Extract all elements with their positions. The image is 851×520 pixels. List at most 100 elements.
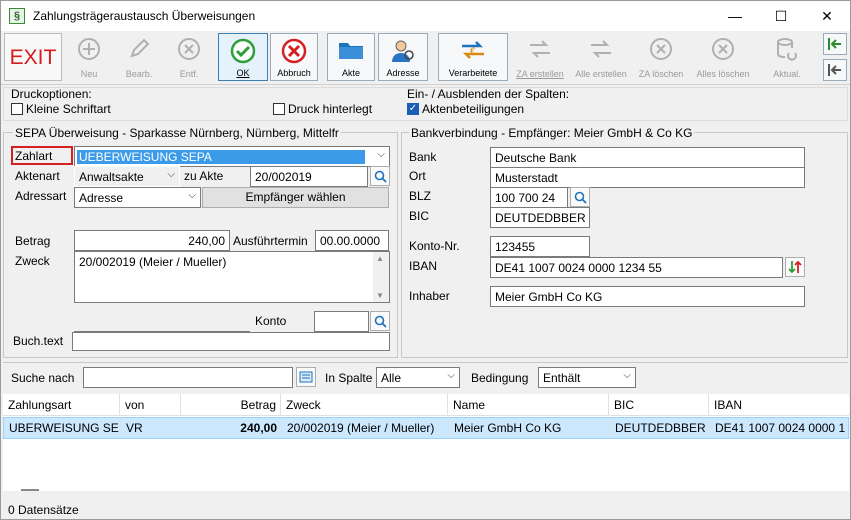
zu-akte-field[interactable]: 20/002019 <box>250 166 368 187</box>
aktenart-select[interactable]: Anwaltsakte ⌵ <box>74 166 180 187</box>
kleine-schrift-checkbox[interactable] <box>11 103 23 115</box>
inhaber-field[interactable]: Meier GmbH Co KG <box>490 286 805 307</box>
exchange-icon <box>591 40 611 58</box>
zahlart-label: Zahlart <box>15 149 53 163</box>
akte-button[interactable]: Akte <box>327 33 375 81</box>
blz-field[interactable]: 100 700 24 <box>490 187 568 208</box>
cell-von: VR <box>121 418 182 438</box>
database-refresh-icon <box>777 38 797 61</box>
exit-button[interactable]: EXIT <box>4 33 62 81</box>
blz-search-button[interactable] <box>570 187 590 207</box>
column-header-von[interactable]: von <box>120 394 181 416</box>
calculator-search-icon <box>299 371 313 383</box>
zweck-label: Zweck <box>15 254 50 268</box>
suche-nach-input[interactable] <box>83 367 293 388</box>
column-header-zahlungsart[interactable]: Zahlungsart <box>3 394 120 416</box>
zu-akte-search-button[interactable] <box>370 166 390 186</box>
arrow-left-bar-icon <box>828 38 841 50</box>
chevron-down-icon: ⌵ <box>167 169 175 180</box>
cell-bic: DEUTDEDBBER <box>610 418 710 438</box>
nav-first-button[interactable] <box>823 33 847 55</box>
close-button[interactable]: ✕ <box>804 1 850 31</box>
alle-erstellen-button[interactable]: Alle erstellen <box>572 33 630 81</box>
edit-label: Bearb. <box>125 69 153 79</box>
new-button[interactable]: Neu <box>65 33 113 81</box>
cell-zahlungsart: UBERWEISUNG SE <box>4 418 121 438</box>
person-search-icon <box>392 40 414 62</box>
aktual-button[interactable]: Aktual. <box>763 33 811 81</box>
search-execute-button[interactable] <box>296 367 316 387</box>
delete-icon <box>650 38 672 60</box>
betrag-field[interactable]: 240,00 <box>74 230 230 251</box>
druck-hinterlegt-checkbox[interactable] <box>273 103 285 115</box>
scroll-down-icon: ▼ <box>376 291 384 300</box>
nav-prev-button[interactable] <box>823 59 847 81</box>
zweck-scrollbar[interactable]: ▲ ▼ <box>373 252 389 302</box>
new-label: Neu <box>80 69 98 79</box>
konto-label: Konto <box>255 314 287 328</box>
in-spalte-value: Alle <box>381 371 402 385</box>
buchtext-field[interactable] <box>72 332 390 351</box>
druckoptionen-title: Druckoptionen: <box>11 87 92 101</box>
search-icon <box>574 191 587 204</box>
blz-label: BLZ <box>409 189 432 203</box>
bank-field[interactable]: Deutsche Bank <box>490 147 805 168</box>
swap-arrows-icon <box>788 260 802 274</box>
in-spalte-select[interactable]: Alle ⌵ <box>376 367 460 388</box>
bedingung-select[interactable]: Enthält ⌵ <box>538 367 636 388</box>
window-title: Zahlungsträgeraustausch Überweisungen <box>33 9 256 23</box>
iban-field[interactable]: DE41 1007 0024 0000 1234 55 <box>490 257 783 278</box>
ok-button[interactable]: OK <box>218 33 268 81</box>
spalten-title: Ein- / Ausblenden der Spalten: <box>407 87 570 101</box>
delete-icon <box>712 38 734 60</box>
konto-nr-field[interactable]: 123455 <box>490 236 590 257</box>
minimize-button[interactable]: — <box>712 1 758 31</box>
ort-field[interactable]: Musterstadt <box>490 167 805 188</box>
za-erstellen-button[interactable]: ZA erstellen <box>510 33 570 81</box>
bic-field[interactable]: DEUTDEDBBER <box>490 207 590 228</box>
delete-button[interactable]: Entf. <box>165 33 213 81</box>
chevron-down-icon: ⌵ <box>188 190 196 201</box>
abbruch-button[interactable]: Abbruch <box>270 33 318 81</box>
konto-search-button[interactable] <box>370 311 390 331</box>
buchtext-label: Buch.text <box>13 334 64 348</box>
column-header-bic[interactable]: BIC <box>609 394 709 416</box>
bank-label: Bank <box>409 150 437 164</box>
column-header-betrag[interactable]: Betrag <box>181 394 281 416</box>
adresse-label: Adresse <box>386 68 420 78</box>
suche-nach-label: Suche nach <box>11 371 75 385</box>
iban-convert-button[interactable] <box>785 257 805 277</box>
table-row[interactable]: UBERWEISUNG SE VR 240,00 20/002019 (Meie… <box>3 417 849 439</box>
zahlart-value: UEBERWEISUNG SEPA <box>77 150 365 164</box>
column-header-name[interactable]: Name <box>448 394 609 416</box>
zahlart-select[interactable]: UEBERWEISUNG SEPA ⌵ <box>74 146 390 167</box>
zweck-textarea[interactable]: 20/002019 (Meier / Mueller) ▲ ▼ <box>74 251 390 303</box>
ok-label: OK <box>236 68 250 78</box>
konto-field[interactable] <box>314 311 369 332</box>
aktenbeteiligungen-checkbox[interactable]: ✓ <box>407 103 419 115</box>
adresse-button[interactable]: Adresse <box>378 33 428 81</box>
table-body: UBERWEISUNG SE VR 240,00 20/002019 (Meie… <box>3 416 849 491</box>
aktenbeteiligungen-label: Aktenbeteiligungen <box>422 102 525 116</box>
empfaenger-waehlen-button[interactable]: Empfänger wählen <box>202 187 389 208</box>
za-loeschen-button[interactable]: ZA löschen <box>632 33 690 81</box>
app-icon: § <box>9 8 25 24</box>
adressart-label: Adressart <box>15 189 67 203</box>
horizontal-scroll-handle[interactable] <box>21 489 39 491</box>
column-header-iban[interactable]: IBAN <box>709 394 849 416</box>
ausfuehrtermin-field[interactable]: 00.00.0000 <box>315 230 389 251</box>
alles-loeschen-button[interactable]: Alles löschen <box>692 33 754 81</box>
bic-label: BIC <box>409 209 430 223</box>
za-erstellen-label: ZA erstellen <box>516 69 564 79</box>
verarbeitete-button[interactable]: € Verarbeitete <box>438 33 508 81</box>
inhaber-label: Inhaber <box>409 289 450 303</box>
adressart-select[interactable]: Adresse ⌵ <box>74 187 201 208</box>
maximize-button[interactable]: ☐ <box>758 1 804 31</box>
verarbeitete-label: Verarbeitete <box>448 68 498 78</box>
edit-button[interactable]: Bearb. <box>115 33 163 81</box>
aktenart-value: Anwaltsakte <box>79 170 144 184</box>
cancel-icon <box>281 38 307 64</box>
status-bar: 0 Datensätze <box>8 503 79 517</box>
kleine-schrift-label: Kleine Schriftart <box>26 102 111 116</box>
column-header-zweck[interactable]: Zweck <box>281 394 448 416</box>
